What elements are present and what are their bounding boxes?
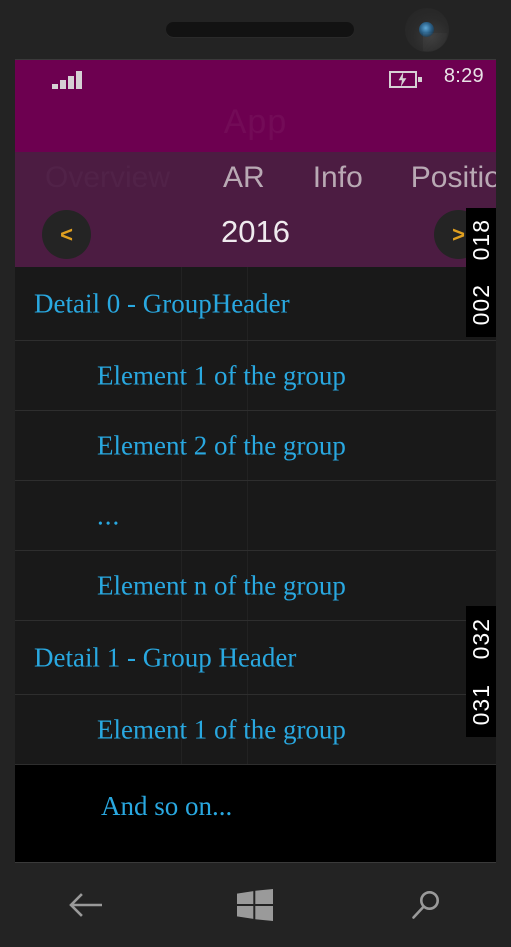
list-item-label: Element 1 of the group bbox=[97, 360, 346, 390]
edge-badge-031: 031 bbox=[466, 672, 496, 737]
list-item-label: Element 2 of the group bbox=[97, 430, 346, 460]
table-row[interactable]: Detail 1 - Group Header bbox=[15, 621, 496, 695]
speaker-grille bbox=[166, 22, 354, 37]
list-item-label: Element 1 of the group bbox=[97, 714, 346, 744]
list-item-label: And so on... bbox=[101, 791, 233, 821]
group-header-label: Detail 0 - GroupHeader bbox=[34, 288, 290, 318]
back-arrow-icon bbox=[69, 893, 103, 917]
status-bar: 8:29 bbox=[15, 60, 496, 99]
chevron-right-icon: > bbox=[452, 221, 465, 247]
home-button[interactable] bbox=[210, 875, 300, 935]
tab-overview[interactable]: Overview bbox=[45, 161, 170, 195]
table-row[interactable]: Element 2 of the group bbox=[15, 411, 496, 481]
table-row[interactable]: Element 1 of the group bbox=[15, 695, 496, 765]
detail-list[interactable]: Detail 0 - GroupHeader Element 1 of the … bbox=[15, 267, 496, 863]
device-top-bezel bbox=[0, 0, 511, 58]
table-row[interactable]: ... bbox=[15, 481, 496, 551]
tab-ar[interactable]: AR bbox=[223, 161, 265, 195]
group-header-label: Detail 1 - Group Header bbox=[34, 642, 297, 672]
list-item-label: Element n of the group bbox=[97, 570, 346, 600]
signal-bars-icon bbox=[52, 71, 82, 89]
search-icon bbox=[412, 891, 439, 919]
app-title-bar: App bbox=[15, 99, 496, 152]
status-bar-clock: 8:29 bbox=[443, 65, 484, 87]
windows-logo-icon bbox=[237, 889, 274, 921]
phone-device: 8:29 App Overview AR Info Position < 201… bbox=[0, 0, 511, 947]
battery-charging-icon bbox=[389, 71, 422, 88]
edge-badge-002: 002 bbox=[466, 272, 496, 337]
tab-info[interactable]: Info bbox=[313, 161, 363, 195]
current-year-label: 2016 bbox=[221, 214, 290, 249]
camera-glint bbox=[423, 33, 447, 51]
edge-badge-018: 018 bbox=[466, 208, 496, 272]
column-divider bbox=[181, 481, 182, 550]
column-divider bbox=[247, 481, 248, 550]
year-selector-bar: < 2016 > bbox=[15, 204, 496, 267]
table-row[interactable]: Element 1 of the group bbox=[15, 341, 496, 411]
app-title: App bbox=[15, 103, 496, 142]
list-item-ellipsis-label: ... bbox=[97, 500, 121, 530]
back-button[interactable] bbox=[40, 875, 130, 935]
table-row[interactable]: And so on... bbox=[15, 765, 496, 861]
table-row[interactable]: Element n of the group bbox=[15, 551, 496, 621]
tab-position[interactable]: Position bbox=[411, 161, 496, 195]
system-navigation-bar bbox=[0, 863, 511, 947]
search-button[interactable] bbox=[381, 875, 471, 935]
edge-badge-032: 032 bbox=[466, 606, 496, 672]
table-row[interactable]: Detail 0 - GroupHeader bbox=[15, 267, 496, 341]
phone-screen: 8:29 App Overview AR Info Position < 201… bbox=[15, 59, 496, 863]
pivot-tab-bar: Overview AR Info Position bbox=[15, 152, 496, 204]
